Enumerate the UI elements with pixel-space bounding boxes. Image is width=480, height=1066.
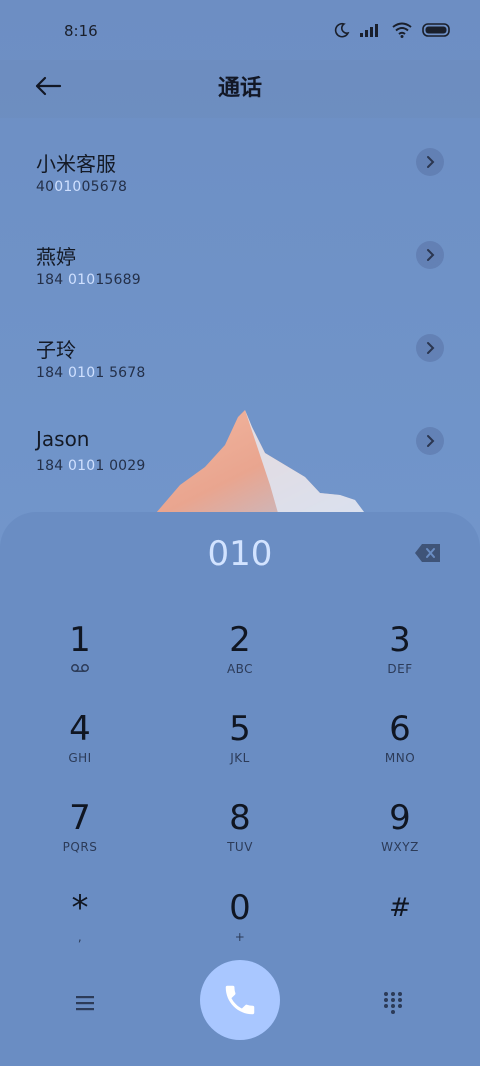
key-digit: * xyxy=(71,888,89,928)
chevron-right-icon xyxy=(427,156,435,168)
key-1[interactable]: 1 xyxy=(20,620,140,700)
key-hash[interactable]: # xyxy=(340,888,460,968)
key-digit: 1 xyxy=(69,620,91,660)
voicemail-icon xyxy=(20,662,140,676)
contact-list: 小米客服 4001005678 燕婷 184 01015689 子玲 184 0… xyxy=(0,130,480,502)
backspace-icon xyxy=(415,544,440,562)
chevron-right-icon xyxy=(427,435,435,447)
keypad-toggle-button[interactable] xyxy=(382,990,404,1014)
chevron-right-icon xyxy=(427,342,435,354)
key-letters: ABC xyxy=(226,662,254,676)
key-6[interactable]: 6 MNO xyxy=(340,709,460,789)
moon-icon xyxy=(334,22,350,38)
backspace-button[interactable] xyxy=(414,542,442,564)
contact-number: 184 0101 5678 xyxy=(36,365,146,381)
key-letters: WXYZ xyxy=(381,840,419,854)
dial-input[interactable]: 010 xyxy=(0,534,480,574)
match-highlight: 010 xyxy=(67,458,96,474)
key-0[interactable]: 0 + xyxy=(180,888,300,968)
key-digit: 7 xyxy=(69,798,91,838)
phone-icon xyxy=(225,985,255,1015)
menu-button[interactable] xyxy=(72,992,98,1014)
status-icons xyxy=(334,22,452,38)
key-2[interactable]: 2 ABC xyxy=(180,620,300,700)
key-letters: DEF xyxy=(387,662,413,676)
page-title: 通话 xyxy=(217,76,262,101)
list-item[interactable]: 小米客服 4001005678 xyxy=(0,130,480,223)
header: 通话 xyxy=(0,60,480,118)
contact-number: 4001005678 xyxy=(36,179,128,195)
contact-name: 小米客服 xyxy=(36,152,116,176)
key-digit: 9 xyxy=(389,798,411,838)
chevron-right-icon xyxy=(427,249,435,261)
contact-detail-button[interactable] xyxy=(416,427,444,455)
key-letters: JKL xyxy=(230,751,250,765)
contact-name: 燕婷 xyxy=(36,245,76,269)
key-digit: 3 xyxy=(389,620,411,660)
key-8[interactable]: 8 TUV xyxy=(180,798,300,878)
contact-name: 子玲 xyxy=(36,338,76,362)
key-letters: , xyxy=(77,930,83,944)
key-digit: 8 xyxy=(229,798,251,838)
status-time: 8:16 xyxy=(64,22,98,40)
status-bar: 8:16 xyxy=(0,0,480,60)
list-item[interactable]: 燕婷 184 01015689 xyxy=(0,223,480,316)
key-9[interactable]: 9 WXYZ xyxy=(340,798,460,878)
match-highlight: 010 xyxy=(54,179,82,195)
key-letters: TUV xyxy=(227,840,253,854)
contact-number: 184 01015689 xyxy=(36,272,141,288)
list-item[interactable]: Jason 184 0101 0029 xyxy=(0,409,480,502)
key-digit: # xyxy=(389,893,411,923)
contact-detail-button[interactable] xyxy=(416,334,444,362)
bottom-bar xyxy=(0,960,480,1050)
match-highlight: 010 xyxy=(67,272,96,288)
key-digit: 2 xyxy=(229,620,251,660)
key-digit: 6 xyxy=(389,709,411,749)
call-button[interactable] xyxy=(200,960,280,1040)
key-star[interactable]: * , xyxy=(20,888,140,968)
key-4[interactable]: 4 GHI xyxy=(20,709,140,789)
contact-detail-button[interactable] xyxy=(416,241,444,269)
list-item[interactable]: 子玲 184 0101 5678 xyxy=(0,316,480,409)
key-digit: 0 xyxy=(229,888,251,928)
key-3[interactable]: 3 DEF xyxy=(340,620,460,700)
key-letters: PQRS xyxy=(62,840,98,854)
wifi-icon xyxy=(392,22,412,38)
signal-icon xyxy=(360,23,382,37)
key-5[interactable]: 5 JKL xyxy=(180,709,300,789)
match-highlight: 010 xyxy=(67,365,96,381)
key-digit: 5 xyxy=(229,709,251,749)
key-letters: + xyxy=(234,930,246,944)
menu-icon xyxy=(76,996,94,1011)
keypad-icon xyxy=(384,992,402,1014)
key-7[interactable]: 7 PQRS xyxy=(20,798,140,878)
key-letters: GHI xyxy=(68,751,92,765)
battery-icon xyxy=(422,23,452,37)
key-letters: MNO xyxy=(384,751,416,765)
contact-detail-button[interactable] xyxy=(416,148,444,176)
contact-number: 184 0101 0029 xyxy=(36,458,146,474)
key-digit: 4 xyxy=(69,709,91,749)
contact-name: Jason xyxy=(36,427,90,451)
